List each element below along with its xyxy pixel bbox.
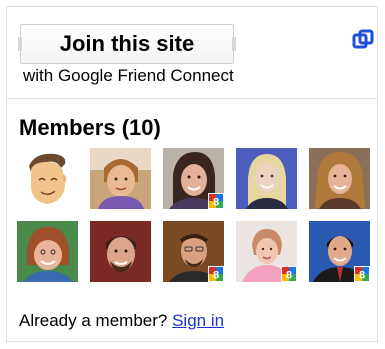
member-avatar-9[interactable]: 8: [236, 221, 297, 282]
members-heading: Members (10): [19, 115, 161, 140]
member-avatar-3[interactable]: 8: [163, 148, 224, 209]
join-site-button[interactable]: Join this site: [18, 24, 236, 64]
join-caption: with Google Friend Connect: [23, 66, 234, 85]
friend-connect-widget: Join this site with Google Friend Connec…: [6, 6, 378, 342]
member-avatar-2[interactable]: [90, 148, 151, 209]
google-badge-icon: 8: [354, 266, 370, 282]
member-avatar-8[interactable]: 8: [163, 221, 224, 282]
signin-link[interactable]: Sign in: [172, 311, 224, 330]
svg-text:8: 8: [213, 197, 219, 209]
google-badge-icon: 8: [208, 193, 224, 209]
google-friend-connect-icon[interactable]: [352, 29, 374, 51]
member-avatar-4[interactable]: [236, 148, 297, 209]
google-badge-icon: 8: [281, 266, 297, 282]
member-avatar-1[interactable]: [17, 148, 78, 209]
join-site-button-label: Join this site: [59, 31, 195, 56]
member-avatar-6[interactable]: [17, 221, 78, 282]
button-edge-left: [18, 37, 22, 51]
signin-prompt: Already a member?: [19, 311, 173, 330]
section-divider: [7, 98, 377, 99]
member-avatar-7[interactable]: [90, 221, 151, 282]
svg-text:8: 8: [359, 270, 365, 282]
member-avatar-10[interactable]: 8: [309, 221, 370, 282]
footer-signin: Already a member? Sign in: [19, 311, 224, 331]
button-edge-right: [232, 37, 236, 51]
google-badge-icon: 8: [208, 266, 224, 282]
member-avatar-5[interactable]: [309, 148, 370, 209]
svg-text:8: 8: [286, 270, 292, 282]
svg-text:8: 8: [213, 270, 219, 282]
